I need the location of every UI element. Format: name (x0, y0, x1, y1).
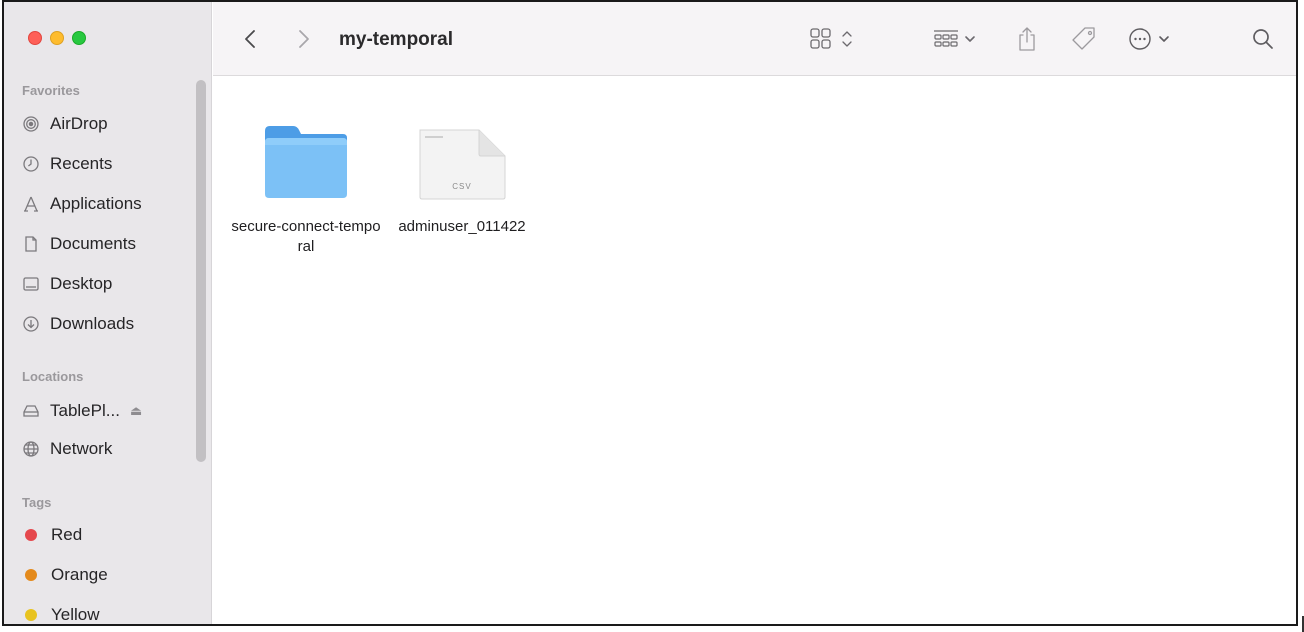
sidebar-item-tag-orange[interactable]: Orange (22, 562, 108, 588)
tag-button[interactable] (1069, 24, 1099, 54)
more-actions-button[interactable] (1127, 24, 1175, 54)
sidebar-item-network[interactable]: Network (22, 436, 112, 462)
forward-button[interactable] (293, 24, 313, 54)
icon-grid-view-icon (810, 28, 852, 49)
minimize-window-button[interactable] (50, 31, 64, 45)
finder-window: Favorites AirDrop Recents Applications D… (2, 0, 1298, 626)
group-by-icon (934, 30, 975, 47)
download-icon (22, 315, 40, 333)
applications-icon (22, 195, 40, 213)
sidebar-item-label: Applications (50, 194, 142, 213)
sidebar-item-label: Yellow (51, 605, 100, 624)
sidebar-item-downloads[interactable]: Downloads (22, 311, 134, 337)
sidebar-item-desktop[interactable]: Desktop (22, 271, 112, 297)
sidebar-section-favorites: Favorites (22, 83, 80, 98)
sidebar-item-label: TablePl... (50, 401, 120, 420)
desktop-icon (22, 275, 40, 293)
toolbar: my-temporal (213, 2, 1296, 76)
clock-icon (22, 155, 40, 173)
chevron-right-icon (299, 30, 309, 48)
close-window-button[interactable] (28, 31, 42, 45)
sidebar-item-airdrop[interactable]: AirDrop (22, 111, 108, 137)
drive-icon (22, 402, 40, 420)
zoom-window-button[interactable] (72, 31, 86, 45)
csv-file-icon: CSV (417, 101, 507, 201)
folder-icon (261, 101, 351, 201)
sidebar-item-recents[interactable]: Recents (22, 151, 112, 177)
eject-icon[interactable]: ⏏ (130, 403, 142, 419)
sidebar-item-label: Network (50, 439, 113, 458)
search-icon (1253, 29, 1273, 49)
sidebar-item-label: Orange (51, 565, 108, 584)
share-icon (1019, 27, 1035, 51)
sidebar-item-label: Documents (50, 234, 136, 253)
sidebar-section-tags: Tags (22, 495, 52, 510)
red-tag-icon (25, 529, 37, 541)
share-button[interactable] (1016, 24, 1038, 54)
back-button[interactable] (241, 24, 261, 54)
orange-tag-icon (25, 569, 37, 581)
sidebar-scrollbar[interactable] (196, 80, 206, 462)
more-icon (1129, 28, 1169, 50)
network-icon (22, 440, 40, 458)
file-type-badge: CSV (452, 182, 472, 191)
window-controls (28, 31, 86, 45)
sidebar-item-label: Downloads (50, 314, 135, 333)
sidebar-item-tag-yellow[interactable]: Yellow (22, 602, 100, 624)
sidebar-item-label: Recents (50, 154, 113, 173)
file-item-folder[interactable]: secure-connect-temporal (231, 101, 381, 257)
sidebar-item-label: Desktop (50, 274, 113, 293)
sidebar-section-locations: Locations (22, 369, 84, 384)
sidebar-item-documents[interactable]: Documents (22, 231, 136, 257)
yellow-tag-icon (25, 609, 37, 621)
search-button[interactable] (1251, 24, 1275, 54)
file-name: secure-connect-temporal (231, 218, 381, 255)
file-name: adminuser_011422 (398, 218, 526, 235)
file-item-csv[interactable]: CSV adminuser_011422 (387, 101, 537, 237)
group-by-button[interactable] (933, 24, 977, 54)
sidebar-item-tag-red[interactable]: Red (22, 522, 82, 548)
tag-icon (1072, 27, 1095, 50)
chevron-left-icon (245, 30, 255, 48)
file-browser: secure-connect-temporal CSV adminuser_01… (213, 77, 1296, 624)
sidebar-item-tableplus[interactable]: TablePl... ⏏ (22, 398, 142, 424)
airdrop-icon (22, 115, 40, 133)
sidebar: Favorites AirDrop Recents Applications D… (4, 2, 212, 624)
document-icon (22, 235, 40, 253)
view-mode-button[interactable] (809, 24, 861, 54)
window-title: my-temporal (339, 29, 454, 50)
sidebar-item-label: Red (51, 525, 83, 544)
sidebar-item-label: AirDrop (50, 114, 108, 133)
sidebar-item-applications[interactable]: Applications (22, 191, 142, 217)
